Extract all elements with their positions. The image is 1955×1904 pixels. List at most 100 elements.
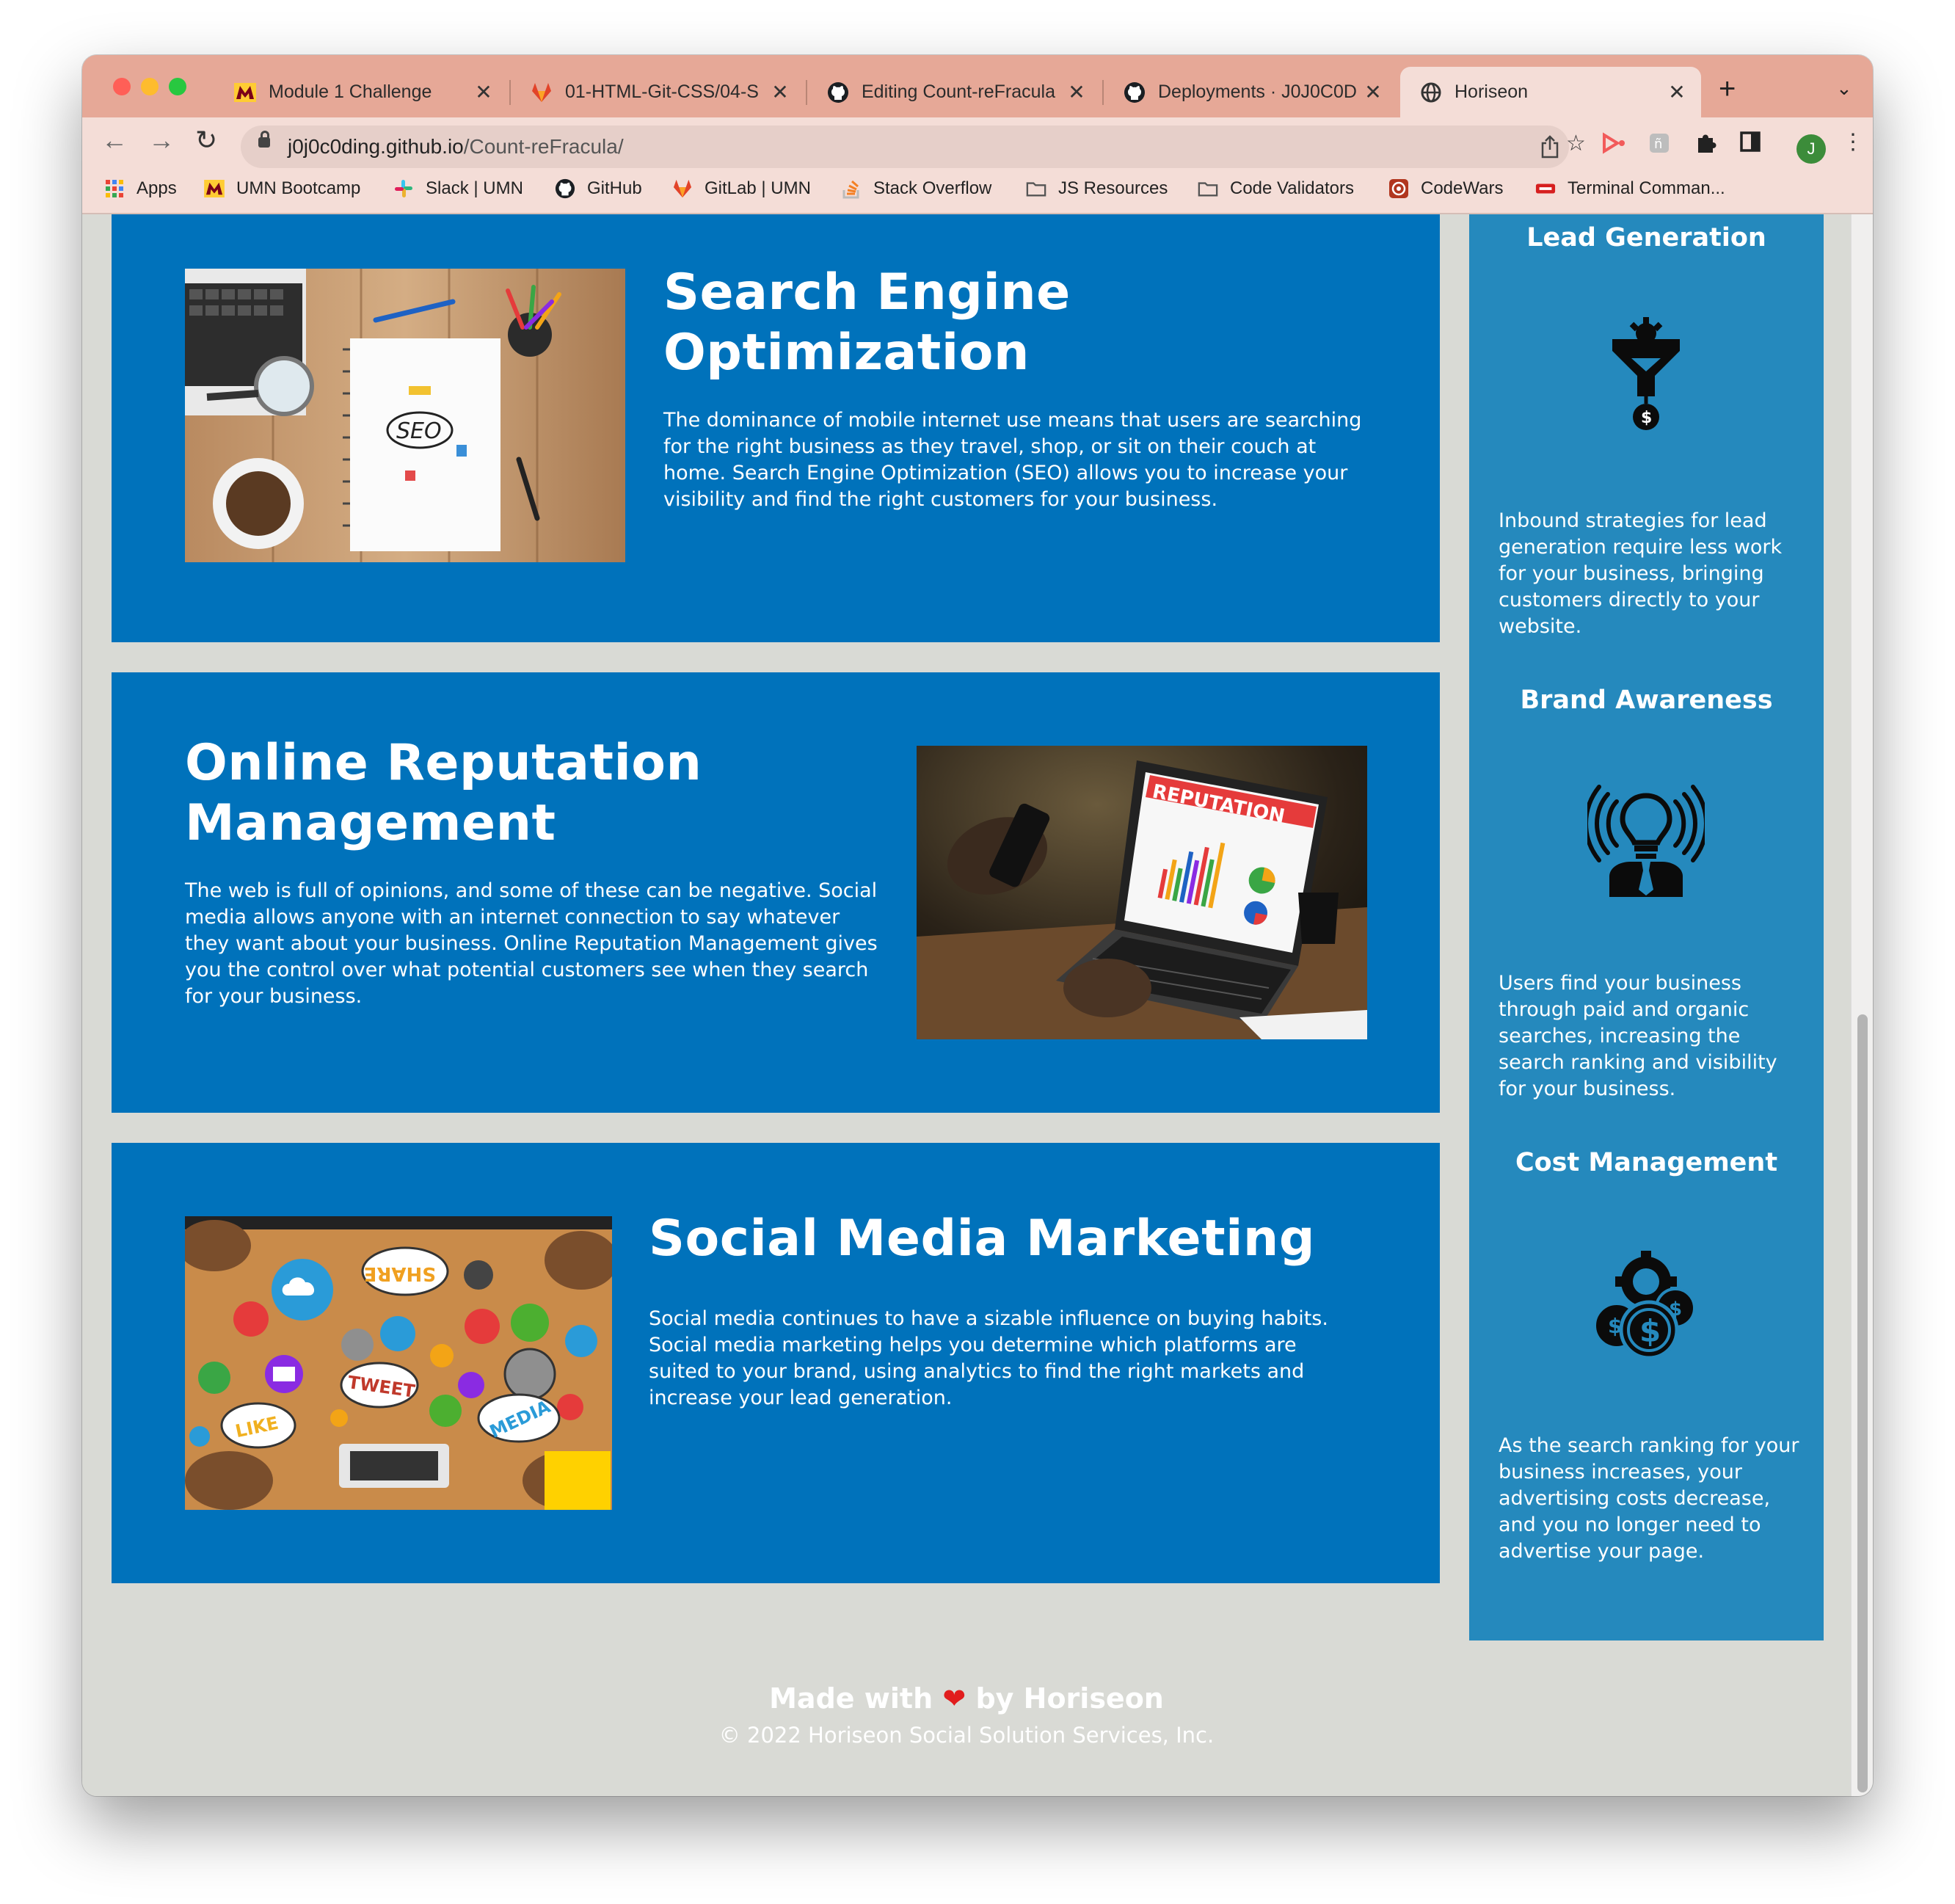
benefit-body: As the search ranking for your business …: [1499, 1434, 1799, 1563]
bookmark-umn-bootcamp[interactable]: UMN Bootcamp: [204, 178, 360, 199]
scrollbar-thumb[interactable]: [1857, 1014, 1868, 1792]
bookmark-js-resources[interactable]: JS Resources: [1026, 178, 1168, 199]
tab-html-git-css[interactable]: 01-HTML-Git-CSS/04-S ✕: [511, 67, 804, 117]
lock-icon: [258, 131, 270, 148]
close-icon[interactable]: ✕: [1066, 80, 1088, 104]
github-icon: [826, 81, 850, 104]
brand-bulb-icon: [1584, 780, 1708, 897]
tab-deployments[interactable]: Deployments · J0J0C0D ✕: [1104, 67, 1397, 117]
bookmark-label: Stack Overflow: [873, 178, 992, 198]
section-body: Social media continues to have a sizable…: [649, 1307, 1328, 1409]
bookmark-gitlab-umn[interactable]: GitLab | UMN: [672, 178, 811, 199]
close-icon[interactable]: ✕: [1362, 80, 1384, 104]
apps-grid-icon: [104, 178, 125, 199]
url-path: /Count-reFracula/: [463, 135, 624, 158]
close-icon[interactable]: ✕: [473, 80, 495, 104]
section-online-reputation-management: Online Reputation Management The web is f…: [112, 672, 1440, 1113]
url-host: j0j0c0ding.github.io: [288, 135, 464, 158]
github-icon: [1123, 81, 1146, 104]
bookmark-terminal-commands[interactable]: Terminal Comman...: [1535, 178, 1725, 199]
section-title: Online Reputation Management: [185, 733, 702, 854]
svg-text:$: $: [1608, 1314, 1622, 1338]
tab-module-1-challenge[interactable]: Module 1 Challenge ✕: [214, 67, 508, 117]
svg-text:$: $: [1669, 1298, 1682, 1320]
benefit-title: Brand Awareness: [1520, 686, 1773, 715]
umn-icon: [204, 178, 225, 199]
side-panel-icon[interactable]: [1739, 131, 1761, 159]
tab-title: Horiseon: [1455, 81, 1529, 102]
tab-title: 01-HTML-Git-CSS/04-S: [565, 81, 759, 102]
zoom-window-button[interactable]: [169, 78, 186, 95]
chevron-down-icon[interactable]: ⌄: [1836, 77, 1852, 100]
benefits-sidebar: Lead Generation $ Inbound strategies for…: [1469, 214, 1824, 1640]
kebab-menu-icon[interactable]: ⋮: [1842, 129, 1864, 155]
benefit-title: Lead Generation: [1526, 223, 1766, 252]
bookmark-code-validators[interactable]: Code Validators: [1198, 178, 1354, 199]
back-arrow-icon[interactable]: ←: [101, 125, 128, 156]
github-icon: [555, 178, 575, 199]
section-body: The web is full of opinions, and some of…: [185, 879, 878, 1008]
extension-cast-icon[interactable]: [1601, 132, 1626, 160]
bookmark-label: Code Validators: [1230, 178, 1354, 198]
section-body: The dominance of mobile internet use mea…: [663, 409, 1362, 511]
svg-text:$: $: [1641, 409, 1652, 427]
bookmark-label: GitHub: [587, 178, 642, 198]
slack-icon: [393, 178, 414, 199]
url-text: j0j0c0ding.github.io/Count-reFracula/: [288, 135, 624, 159]
section-title-line-1: Search Engine: [663, 264, 1071, 321]
minimize-window-button[interactable]: [141, 78, 159, 95]
reload-icon[interactable]: ↻: [195, 125, 217, 156]
umn-icon: [233, 81, 257, 104]
footer-copyright: © 2022 Horiseon Social Solution Services…: [718, 1723, 1215, 1748]
bookmark-slack-umn[interactable]: Slack | UMN: [393, 178, 523, 199]
browser-window: Module 1 Challenge ✕ 01-HTML-Git-CSS/04-…: [82, 55, 1873, 1796]
new-tab-button[interactable]: +: [1719, 74, 1736, 103]
cost-coins-icon: $ $ $: [1587, 1249, 1705, 1367]
tab-horiseon[interactable]: Horiseon ✕: [1400, 67, 1701, 117]
stackoverflow-icon: [841, 178, 862, 199]
globe-icon: [1419, 81, 1443, 104]
codewars-icon: [1388, 178, 1409, 199]
heart-icon: ❤: [942, 1682, 966, 1715]
browser-toolbar: ← → ↻ j0j0c0ding.github.io/Count-reFracu…: [82, 117, 1873, 214]
bookmarks-bar: Apps UMN Bootcamp Slack | UMN GitHub Git…: [82, 175, 1873, 212]
footer-made-suffix: by Horiseon: [975, 1682, 1164, 1715]
extension-translate-icon[interactable]: ñ: [1648, 132, 1670, 160]
bookmark-codewars[interactable]: CodeWars: [1388, 178, 1503, 199]
footer-made-with: Made with ❤ by Horiseon: [82, 1682, 1851, 1715]
bookmark-label: Terminal Comman...: [1568, 178, 1725, 198]
bookmark-stack-overflow[interactable]: Stack Overflow: [841, 178, 991, 199]
benefit-body: Inbound strategies for lead generation r…: [1499, 509, 1783, 638]
forward-arrow-icon[interactable]: →: [148, 125, 175, 156]
benefit-body: Users find your business through paid an…: [1499, 972, 1777, 1100]
reputation-image: REPUTATION: [917, 746, 1367, 1039]
svg-text:$: $: [1639, 1313, 1661, 1349]
folder-icon: [1026, 178, 1046, 199]
close-window-button[interactable]: [113, 78, 131, 95]
puzzle-extensions-icon[interactable]: [1695, 131, 1717, 160]
close-icon[interactable]: ✕: [1666, 80, 1688, 104]
bookmark-star-icon[interactable]: ☆: [1566, 131, 1586, 156]
section-title-line-2: Management: [185, 794, 556, 852]
seo-image-label: SEO: [396, 418, 442, 444]
page-viewport: SEO Search Engine Optimization The domina…: [82, 214, 1873, 1796]
tab-strip: Module 1 Challenge ✕ 01-HTML-Git-CSS/04-…: [82, 55, 1873, 117]
share-icon[interactable]: [1540, 134, 1560, 165]
address-bar[interactable]: j0j0c0ding.github.io/Count-reFracula/: [241, 126, 1569, 168]
section-title: Search Engine Optimization: [663, 263, 1071, 383]
bookmark-label: JS Resources: [1058, 178, 1168, 198]
profile-avatar[interactable]: J: [1796, 134, 1826, 164]
tab-title: Deployments · J0J0C0D: [1158, 81, 1357, 102]
bookmark-github[interactable]: GitHub: [555, 178, 642, 199]
terminal-icon: [1535, 178, 1556, 199]
seo-image: SEO: [185, 269, 625, 562]
section-title-line-1: Online Reputation: [185, 734, 702, 792]
close-icon[interactable]: ✕: [769, 80, 791, 104]
tab-title: Editing Count-reFracula: [862, 81, 1056, 102]
folder-icon: [1198, 178, 1218, 199]
tab-title: Module 1 Challenge: [269, 81, 432, 102]
bookmark-apps[interactable]: Apps: [104, 178, 177, 199]
bookmark-label: UMN Bootcamp: [236, 178, 361, 198]
footer-made-prefix: Made with: [769, 1682, 933, 1715]
tab-editing-count-refracula[interactable]: Editing Count-reFracula ✕: [807, 67, 1101, 117]
